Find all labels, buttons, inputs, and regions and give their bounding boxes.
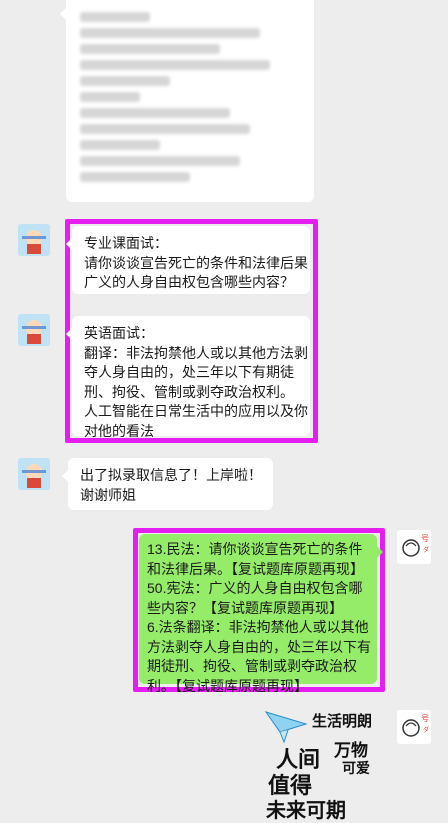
svg-text:号: 号 — [421, 714, 429, 723]
message-text: 方法剥夺人身自由的，处三年以下有 — [147, 638, 371, 655]
blurred-text — [80, 172, 190, 182]
message-reply-green: 13.民法：请你谈谈宣告死亡的条件 和法律后果。【复试题库原题再现】 50.宪法… — [139, 534, 383, 694]
message-text: 利。【复试题库原题再现】 — [147, 677, 308, 694]
message-interview-english: 英语面试： 翻译：非法拘禁他人或以其他方法剥 夺人身自由的，处三年以下有期徒 刑… — [66, 316, 310, 439]
svg-text:ダ: ダ — [423, 726, 429, 734]
blurred-text — [80, 60, 270, 70]
message-text: 些内容？【复试题库原题再现】 — [147, 599, 343, 616]
message-text: 谢谢师姐 — [80, 486, 136, 503]
sticker-text: 可爱 — [342, 761, 370, 777]
sender-avatar[interactable] — [18, 224, 50, 256]
message-text: 6.法条翻译：非法拘禁他人或以其他 — [147, 619, 369, 635]
blurred-bubble — [60, 0, 314, 202]
message-text: 广义的人身自由权包含哪些内容？ — [84, 274, 294, 290]
self-avatar[interactable]: 号 ダ — [397, 710, 431, 744]
blurred-text — [80, 140, 160, 150]
message-text: 英语面试： — [84, 325, 154, 341]
blurred-text — [80, 108, 230, 118]
sticker-text: 未来可期 — [266, 798, 346, 822]
sticker-message[interactable]: 生活明朗 万物 可爱 人间 值得 未来可期 — [262, 706, 390, 822]
sticker-text: 生活明朗 — [312, 712, 373, 730]
blurred-text — [80, 92, 140, 102]
sender-avatar[interactable] — [18, 458, 50, 490]
message-interview-professional: 专业课面试： 请你谈谈宣告死亡的条件和法律后果 广义的人身自由权包含哪些内容？ — [66, 226, 310, 294]
blurred-text — [80, 76, 170, 86]
message-text: 夺人身自由的，处三年以下有期徒 — [84, 364, 294, 380]
message-text: 对他的看法 — [84, 422, 154, 439]
sender-avatar[interactable] — [18, 314, 50, 346]
message-admitted: 出了拟录取信息了！上岸啦！ 谢谢师姐 — [62, 458, 273, 510]
message-text: 50.宪法：广义的人身自由权包含哪 — [147, 580, 363, 596]
blurred-text — [80, 28, 260, 38]
svg-text:号: 号 — [421, 534, 429, 543]
blurred-text — [80, 12, 150, 22]
message-text: 人工智能在日常生活中的应用以及你 — [84, 403, 308, 419]
message-text: 刑、拘役、管制或剥夺政治权利。 — [84, 383, 294, 400]
blurred-text — [80, 124, 250, 134]
message-text: 请你谈谈宣告死亡的条件和法律后果 — [84, 254, 308, 271]
message-text: 翻译：非法拘禁他人或以其他方法剥 — [84, 344, 308, 361]
self-avatar[interactable]: 号 ダ — [397, 530, 431, 564]
message-text: 和法律后果。【复试题库原题再现】 — [147, 560, 364, 577]
svg-text:ダ: ダ — [423, 546, 429, 554]
message-text: 专业课面试： — [84, 235, 168, 251]
message-text: 期徒刑、拘役、管制或剥夺政治权 — [147, 658, 357, 674]
blurred-text — [80, 156, 240, 166]
message-text: 出了拟录取信息了！上岸啦！ — [80, 467, 262, 483]
blurred-text — [80, 44, 220, 54]
message-text: 13.民法：请你谈谈宣告死亡的条件 — [147, 541, 363, 557]
